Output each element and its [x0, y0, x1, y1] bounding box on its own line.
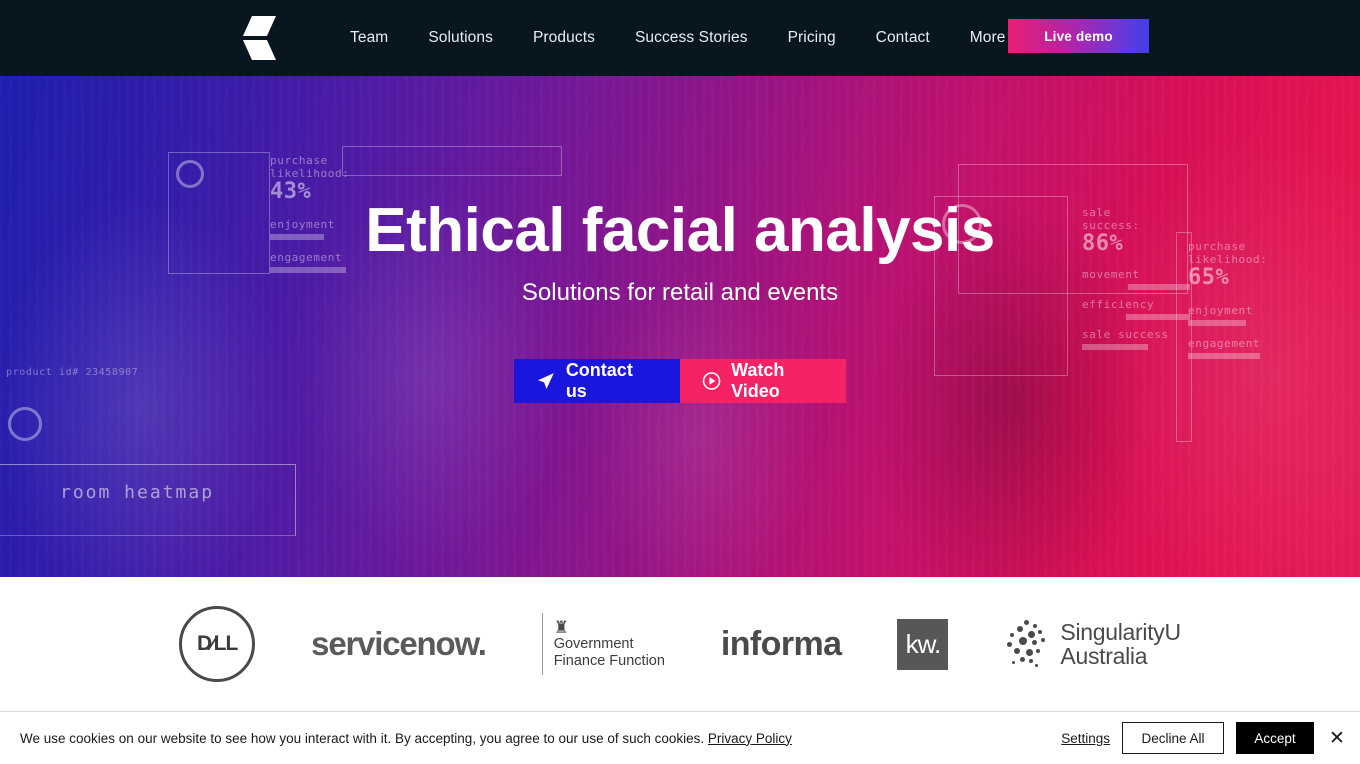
gff-line-1: Government — [553, 635, 634, 652]
live-demo-button[interactable]: Live demo — [1008, 19, 1149, 53]
privacy-policy-link[interactable]: Privacy Policy — [708, 731, 792, 746]
send-icon — [537, 373, 554, 390]
hero-title: Ethical facial analysis — [365, 196, 995, 265]
contact-us-button[interactable]: Contact us — [514, 359, 680, 404]
site-header: Team Solutions Products Success Stories … — [0, 0, 1360, 76]
nav-item-pricing[interactable]: Pricing — [768, 29, 856, 47]
close-icon[interactable]: ✕ — [1326, 727, 1348, 749]
hero-content: Ethical facial analysis Solutions for re… — [0, 76, 1360, 577]
brand-logo[interactable] — [236, 10, 282, 66]
singularityu-dots-icon — [1004, 619, 1050, 669]
accept-button[interactable]: Accept — [1236, 722, 1314, 754]
hero-cta-group: Contact us Watch Video — [514, 359, 846, 404]
nav-item-contact[interactable]: Contact — [856, 29, 950, 47]
cookie-message-wrap: We use cookies on our website to see how… — [20, 731, 792, 746]
main-nav: Team Solutions Products Success Stories … — [330, 0, 1026, 76]
kw-label: kw. — [905, 628, 942, 659]
dell-label: D⁄LL — [197, 632, 238, 655]
cookie-actions: Settings Decline All Accept ✕ — [1061, 722, 1348, 754]
logo-singularityu-australia: SingularityU Australia — [1004, 619, 1181, 669]
nav-item-products[interactable]: Products — [513, 29, 615, 47]
hero-subtitle: Solutions for retail and events — [521, 279, 839, 307]
logo-dell: D⁄LL — [179, 606, 256, 682]
watch-video-button[interactable]: Watch Video — [680, 359, 846, 404]
client-logo-strip: D⁄LL servicenow. ♜ Government Finance Fu… — [0, 577, 1360, 711]
logo-keller-williams: kw. — [897, 618, 949, 670]
play-circle-icon — [702, 372, 721, 390]
page-root: Team Solutions Products Success Stories … — [0, 0, 1360, 764]
brand-s-logo-icon — [242, 16, 276, 60]
dell-circle-icon: D⁄LL — [179, 606, 256, 682]
nav-item-success-stories[interactable]: Success Stories — [615, 29, 768, 47]
cookie-consent-banner: We use cookies on our website to see how… — [0, 711, 1360, 764]
hero-section: purchase likelihood: 43% enjoyment engag… — [0, 76, 1360, 577]
cookie-message: We use cookies on our website to see how… — [20, 730, 705, 746]
logo-government-finance-function: ♜ Government Finance Function — [541, 613, 665, 675]
contact-us-label: Contact us — [565, 360, 633, 402]
nav-item-solutions[interactable]: Solutions — [408, 29, 513, 47]
logo-informa: informa — [720, 624, 842, 664]
gff-line-2: Finance Function — [553, 652, 665, 669]
logo-servicenow: servicenow. — [311, 625, 487, 663]
servicenow-label: servicenow. — [311, 625, 487, 662]
decline-all-button[interactable]: Decline All — [1122, 722, 1224, 754]
singularityu-line-2: Australia — [1060, 643, 1148, 669]
singularityu-line-1: SingularityU — [1060, 619, 1181, 645]
informa-label: informa — [720, 624, 842, 663]
watch-video-label: Watch Video — [731, 360, 785, 402]
nav-item-team[interactable]: Team — [330, 29, 408, 47]
kw-box-icon: kw. — [897, 618, 949, 670]
royal-crest-icon: ♜ — [553, 617, 569, 637]
cookie-settings-link[interactable]: Settings — [1061, 731, 1110, 746]
